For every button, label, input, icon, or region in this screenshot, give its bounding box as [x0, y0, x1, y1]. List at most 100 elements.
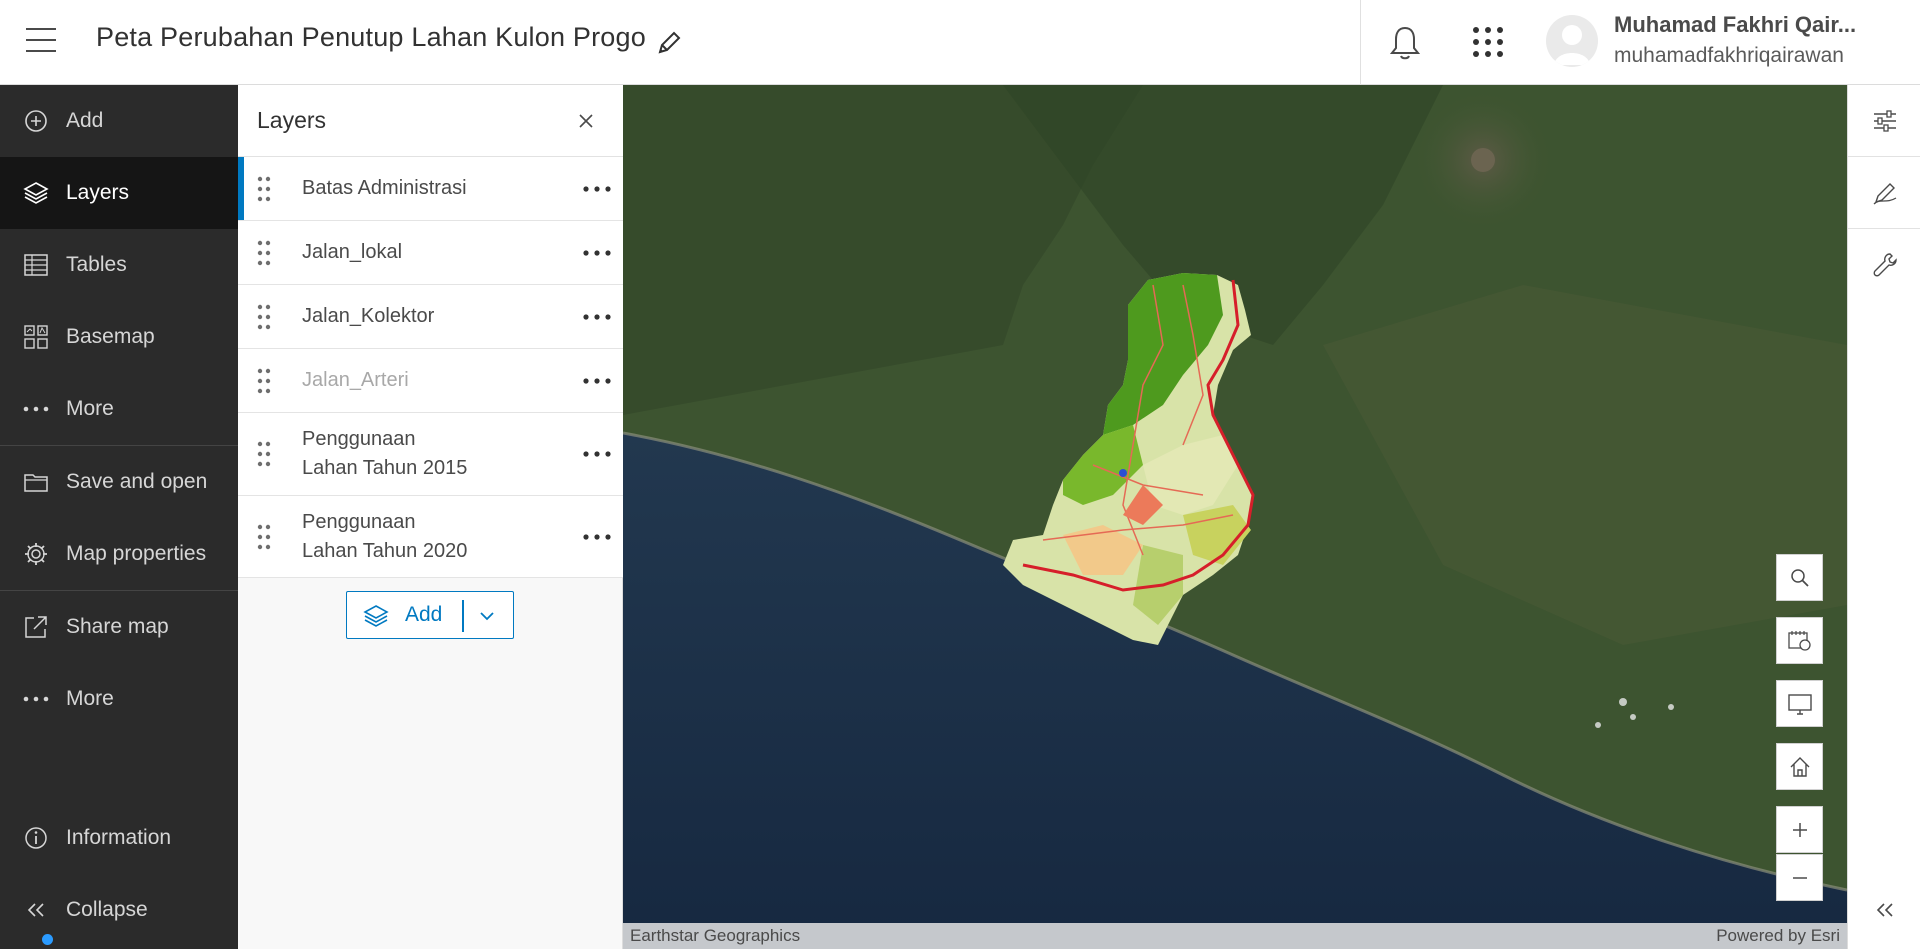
- add-button-label: Add: [405, 603, 443, 626]
- properties-button[interactable]: [1848, 85, 1920, 157]
- layers-panel: Layers Batas Administrasi Jalan_lokal Ja…: [238, 85, 623, 949]
- nav-item-collapse[interactable]: Collapse: [0, 874, 238, 946]
- bell-icon[interactable]: [1388, 24, 1422, 62]
- nav-label: Layers: [66, 181, 130, 204]
- chevron-down-icon[interactable]: [477, 606, 497, 626]
- drag-handle-icon[interactable]: [256, 368, 272, 394]
- ellipsis-icon[interactable]: [582, 248, 612, 258]
- avatar[interactable]: [1546, 15, 1598, 67]
- properties-icon: [1873, 109, 1896, 132]
- nav-item-layers[interactable]: Layers: [0, 157, 238, 229]
- nav-label: Information: [66, 826, 172, 849]
- panel-title: Layers: [257, 107, 327, 133]
- layer-row[interactable]: Batas Administrasi: [238, 157, 623, 221]
- map-search-button[interactable]: [1776, 554, 1823, 601]
- home-icon: [1790, 756, 1809, 777]
- ellipsis-icon: [22, 685, 50, 713]
- zoom-out-icon: [1792, 876, 1807, 879]
- ellipsis-icon: [22, 395, 50, 423]
- plus-circle-icon: [22, 107, 50, 135]
- user-username[interactable]: muhamadfakhriqairawan: [1614, 44, 1844, 68]
- nav-item-basemap[interactable]: Basemap: [0, 301, 238, 373]
- pencil-icon[interactable]: [654, 28, 684, 58]
- folder-icon: [22, 468, 50, 496]
- fullscreen-button[interactable]: [1776, 680, 1823, 727]
- drag-handle-icon[interactable]: [256, 441, 272, 467]
- layer-row[interactable]: Jalan_Kolektor: [238, 285, 623, 349]
- nav-item-map-properties[interactable]: Map properties: [0, 518, 238, 590]
- basemap-gallery-button[interactable]: [1776, 617, 1823, 664]
- basemap-icon: [22, 323, 50, 351]
- menu-icon[interactable]: [26, 28, 56, 56]
- nav-item-save-and-open[interactable]: Save and open: [0, 446, 238, 518]
- layer-name: Lahan Tahun 2020: [302, 540, 468, 562]
- map-view[interactable]: Earthstar Geographics Powered by Esri: [623, 85, 1847, 949]
- app-launcher-icon[interactable]: [1472, 26, 1504, 58]
- nav-label: Add: [66, 109, 104, 132]
- right-toolbar: [1847, 85, 1920, 949]
- button-divider: [462, 600, 464, 632]
- gear-icon: [22, 540, 50, 568]
- drag-handle-icon[interactable]: [256, 304, 272, 330]
- layer-row[interactable]: Jalan_lokal: [238, 221, 623, 285]
- chevrons-left-icon: [1876, 903, 1893, 917]
- zoom-in-icon: [1792, 822, 1807, 837]
- nav-label: Tables: [66, 253, 127, 276]
- nav-item-share-map[interactable]: Share map: [0, 591, 238, 663]
- app-header: Peta Perubahan Penutup Lahan Kulon Progo…: [0, 0, 1920, 85]
- table-icon: [22, 251, 50, 279]
- layer-row[interactable]: Penggunaan Lahan Tahun 2020: [238, 496, 623, 578]
- nav-label: Save and open: [66, 470, 208, 493]
- ellipsis-icon[interactable]: [582, 184, 612, 194]
- map-title: Peta Perubahan Penutup Lahan Kulon Progo: [96, 22, 646, 52]
- nav-item-more[interactable]: More: [0, 373, 238, 445]
- layer-row[interactable]: Penggunaan Lahan Tahun 2015: [238, 413, 623, 496]
- fullscreen-icon: [1787, 693, 1812, 715]
- nav-item-add[interactable]: Add: [0, 85, 238, 157]
- ellipsis-icon[interactable]: [582, 449, 612, 459]
- layer-name: Penggunaan: [302, 428, 416, 450]
- nav-item-information[interactable]: Information: [0, 802, 238, 874]
- sketch-icon: [1873, 182, 1896, 204]
- nav-label: Collapse: [66, 898, 148, 921]
- nav-label: More: [66, 397, 114, 420]
- zoom-in-button[interactable]: [1776, 806, 1823, 853]
- wrench-icon: [1873, 253, 1897, 277]
- add-layer-button[interactable]: Add: [346, 591, 514, 639]
- layer-name: Jalan_lokal: [302, 241, 403, 263]
- ellipsis-icon[interactable]: [582, 312, 612, 322]
- attribution-powered-by[interactable]: Powered by Esri: [1716, 926, 1840, 946]
- ellipsis-icon[interactable]: [582, 532, 612, 542]
- basemap-gallery-icon: [1787, 630, 1811, 651]
- zoom-out-button[interactable]: [1776, 854, 1823, 901]
- layer-name: Penggunaan: [302, 511, 416, 533]
- layers-panel-header: Layers: [238, 85, 623, 157]
- layer-row[interactable]: Jalan_Arteri: [238, 349, 623, 413]
- share-icon: [22, 613, 50, 641]
- sketch-button[interactable]: [1848, 157, 1920, 229]
- info-icon: [22, 824, 50, 852]
- nav-label: Map properties: [66, 542, 207, 565]
- header-divider: [1360, 0, 1361, 85]
- attribution-source[interactable]: Earthstar Geographics: [630, 926, 800, 946]
- nav-item-more-2[interactable]: More: [0, 663, 238, 735]
- map-attribution: Earthstar Geographics Powered by Esri: [623, 923, 1847, 949]
- user-full-name[interactable]: Muhamad Fakhri Qair...: [1614, 12, 1874, 38]
- expand-panel-button[interactable]: [1848, 888, 1920, 932]
- home-button[interactable]: [1776, 743, 1823, 790]
- layers-icon: [22, 179, 50, 207]
- close-icon[interactable]: [574, 109, 598, 133]
- drag-handle-icon[interactable]: [256, 524, 272, 550]
- nav-label: Share map: [66, 615, 169, 638]
- nav-label: Basemap: [66, 325, 155, 348]
- drag-handle-icon[interactable]: [256, 240, 272, 266]
- chevrons-left-icon: [22, 896, 50, 924]
- drag-handle-icon[interactable]: [256, 176, 272, 202]
- analysis-button[interactable]: [1848, 229, 1920, 301]
- nav-item-tables[interactable]: Tables: [0, 229, 238, 301]
- layer-name: Lahan Tahun 2015: [302, 457, 468, 479]
- layer-name: Jalan_Arteri: [302, 369, 409, 391]
- search-icon: [1790, 568, 1809, 587]
- ellipsis-icon[interactable]: [582, 376, 612, 386]
- layer-name: Batas Administrasi: [302, 177, 467, 199]
